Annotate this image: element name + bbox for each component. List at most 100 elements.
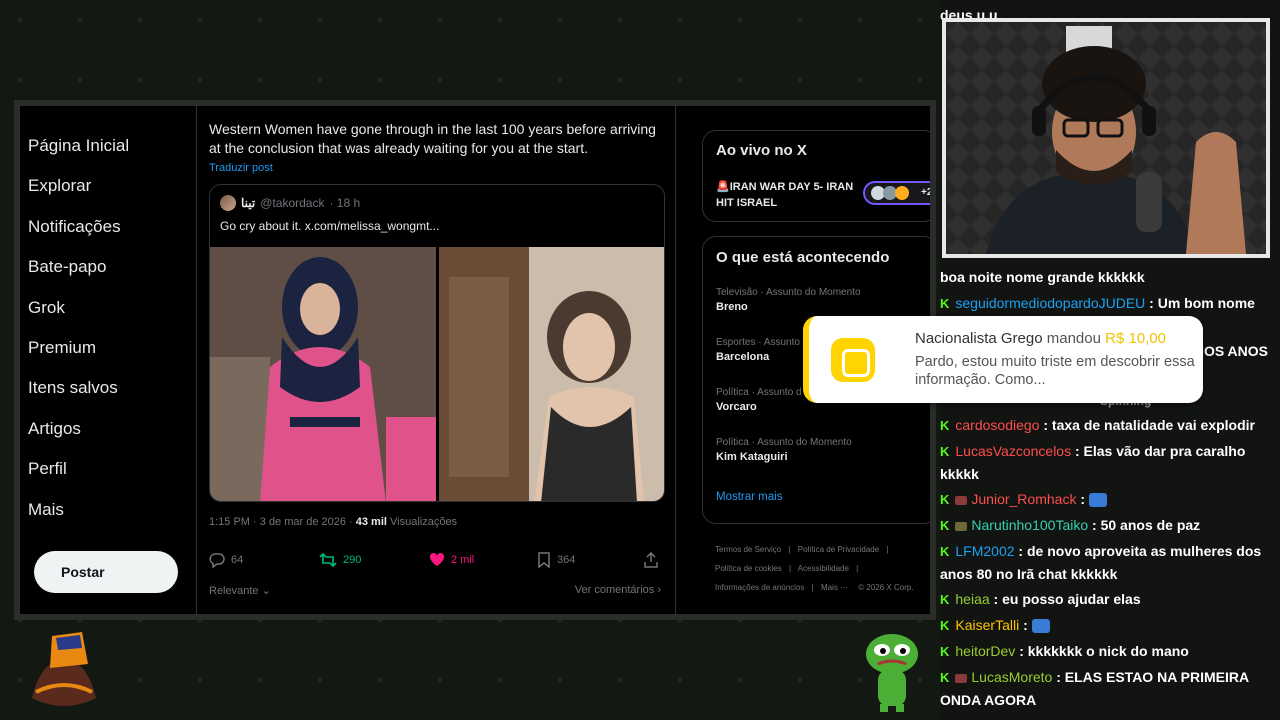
chat-message: K LucasVazconcelos : Elas vão dar pra car… <box>940 443 1246 482</box>
donation-header: Nacionalista Grego mandou R$ 10,00 <box>915 330 1166 347</box>
chat-text: eu posso ajudar elas <box>1002 591 1141 607</box>
live-title: Ao vivo no X <box>716 142 807 159</box>
sort-label: Relevante <box>209 585 259 597</box>
kick-icon: K <box>940 296 950 311</box>
chat-username[interactable]: heiaa <box>955 591 989 607</box>
nav-explore[interactable]: Explorar <box>28 166 188 206</box>
avatar <box>220 195 236 211</box>
live-event[interactable]: 🚨IRAN WAR DAY 5- IRAN HIT ISRAEL <box>716 179 856 211</box>
chat-username[interactable]: Junior_Romhack <box>971 491 1076 507</box>
nav-bookmarks[interactable]: Itens salvos <box>28 368 188 408</box>
trend-name: Breno <box>716 301 748 313</box>
donation-verb: mandou <box>1046 330 1101 347</box>
nav-chat[interactable]: Bate-papo <box>28 247 188 287</box>
bookmark-button[interactable]: 364 <box>537 552 575 568</box>
quoted-author-handle: @takordack <box>260 196 325 210</box>
footer-link[interactable]: Informações de anúncios <box>715 583 804 592</box>
kick-icon: K <box>940 544 950 559</box>
bookmark-count: 364 <box>557 554 576 566</box>
sort-replies-dropdown[interactable]: Relevante ⌄ <box>209 584 271 597</box>
footer-separator: | <box>886 545 889 554</box>
sidebar-nav: Página Inicial Explorar Notificações Bat… <box>28 126 188 593</box>
nav-more[interactable]: Mais <box>28 490 188 530</box>
footer-link[interactable]: Política de Privacidade <box>798 545 879 554</box>
reply-button[interactable]: 64 <box>209 552 243 568</box>
chat-username[interactable]: LFM2002 <box>955 543 1014 559</box>
kick-icon: K <box>940 644 950 659</box>
trend-category: Política · Assunto do Momento <box>716 437 852 448</box>
nav-grok[interactable]: Grok <box>28 288 188 328</box>
footer-link[interactable]: Termos de Serviço <box>715 545 781 554</box>
kick-icon: K <box>940 618 950 633</box>
trend-item[interactable]: Política · Assunto d Vorcaro <box>716 387 802 413</box>
chat-message: Kheiaa : eu posso ajudar elas <box>940 591 1141 607</box>
chat-username[interactable]: cardosodiego <box>955 417 1039 433</box>
chat-message: boa noite nome grande kkkkkk <box>940 266 1278 288</box>
chat-text: Um bom nome <box>1157 295 1255 311</box>
footer-separator: | <box>788 545 791 554</box>
translate-link[interactable]: Traduzir post <box>209 162 273 174</box>
quoted-image-right[interactable] <box>439 247 664 501</box>
quoted-image-left[interactable] <box>210 247 436 501</box>
quoted-tweet[interactable]: تينا @takordack · 18 h Go cry about it. … <box>209 184 665 502</box>
chat-username[interactable]: LucasMoreto <box>971 669 1052 685</box>
footer-separator: | <box>811 583 814 592</box>
live-listeners[interactable]: +2, <box>863 181 930 205</box>
trend-category: Política · Assunto d <box>716 387 802 398</box>
reply-count: 64 <box>231 554 244 566</box>
kick-icon: K <box>940 670 950 685</box>
nav-home[interactable]: Página Inicial <box>28 126 188 166</box>
x-browser-window: Página Inicial Explorar Notificações Bat… <box>14 100 936 620</box>
donation-message: Pardo, estou muito triste em descobrir e… <box>915 354 1195 388</box>
chat-username[interactable]: seguidormediodopardoJUDEU <box>955 295 1145 311</box>
trend-name: Kim Kataguiri <box>716 451 788 463</box>
crown-icon <box>955 673 968 683</box>
chat-message: KheitorDev : kkkkkkk o nick do mano <box>940 643 1189 659</box>
post-button[interactable]: Postar <box>34 551 178 593</box>
show-more-link[interactable]: Mostrar mais <box>716 491 782 503</box>
trend-category: Esportes · Assunto <box>716 337 800 348</box>
repost-count: 290 <box>343 554 362 566</box>
chat-username[interactable]: LucasVazconcelos <box>955 443 1071 459</box>
mascot-sticker-left <box>32 632 96 706</box>
donation-alert: Nacionalista Grego mandou R$ 10,00 Pardo… <box>803 316 1203 403</box>
kick-icon: K <box>940 444 950 459</box>
tweet-actions: 64 290 2 mil 364 <box>209 552 665 572</box>
footer-more-link[interactable]: Mais ··· <box>821 583 848 592</box>
chat-message: K KaiserTalli : <box>940 614 1278 637</box>
views-label: Visualizações <box>390 516 458 528</box>
tweet-meta: 1:15 PM · 3 de mar de 2026 · 43 mil Visu… <box>209 516 457 528</box>
chat-text: 50 anos de paz <box>1100 517 1201 533</box>
heart-icon <box>429 552 445 566</box>
footer-link[interactable]: Política de cookies <box>715 564 782 573</box>
nav-notifications[interactable]: Notificações <box>28 207 188 247</box>
trend-item[interactable]: Esportes · Assunto Barcelona <box>716 337 800 363</box>
trends-title: O que está acontecendo <box>716 249 890 266</box>
pepe-emote-icon <box>1031 619 1050 634</box>
view-comments-link[interactable]: Ver comentários › <box>575 584 661 596</box>
chat-username[interactable]: Narutinho100Taiko <box>971 517 1088 533</box>
repost-button[interactable]: 290 <box>319 552 361 568</box>
chat-message: Kcardosodiego : taxa de natalidade vai e… <box>940 417 1255 433</box>
quoted-time: · 18 h <box>329 196 361 210</box>
chat-text: boa noite nome grande kkkkkk <box>940 269 1145 285</box>
avatar <box>895 186 909 200</box>
like-button[interactable]: 2 mil <box>429 552 474 568</box>
share-button[interactable] <box>643 552 659 568</box>
sub-badge-icon <box>955 521 968 531</box>
trend-item[interactable]: Televisão · Assunto do Momento Breno <box>716 287 861 313</box>
kick-icon: K <box>940 492 950 507</box>
nav-premium[interactable]: Premium <box>28 328 188 368</box>
footer-separator: | <box>788 564 792 573</box>
nav-articles[interactable]: Artigos <box>28 409 188 449</box>
chat-username[interactable]: heitorDev <box>955 643 1015 659</box>
trend-item[interactable]: Política · Assunto do Momento Kim Katagui… <box>716 437 852 463</box>
chat-username[interactable]: KaiserTalli <box>955 617 1019 633</box>
quoted-tweet-header: تينا @takordack · 18 h <box>220 195 360 211</box>
nav-profile[interactable]: Perfil <box>28 449 188 489</box>
live-event-title: IRAN WAR DAY 5- IRAN HIT ISRAEL <box>716 181 854 209</box>
share-icon <box>644 552 658 568</box>
footer-link[interactable]: Acessibilidade <box>798 564 849 573</box>
trend-name: Barcelona <box>716 351 770 363</box>
repost-icon <box>319 552 337 568</box>
